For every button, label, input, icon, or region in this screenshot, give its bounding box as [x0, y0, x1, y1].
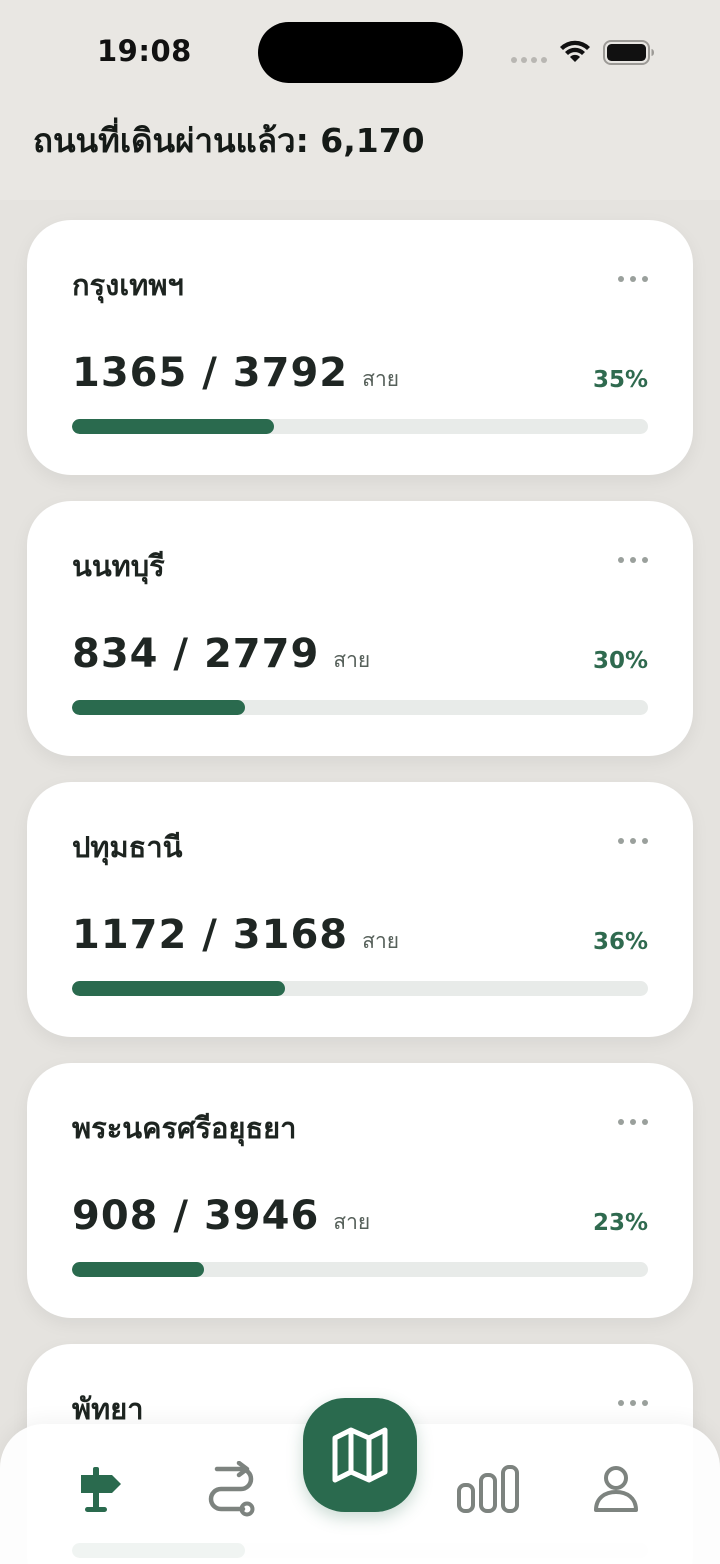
- progress-bar-fill: [72, 1262, 205, 1277]
- region-list[interactable]: กรุงเทพฯ 1365 / 3792 สาย 35% นนทบุรี 834…: [0, 200, 720, 1564]
- region-card[interactable]: พระนครศรีอยุธยา 908 / 3946 สาย 23%: [27, 1063, 693, 1318]
- bar-chart-icon: [457, 1465, 519, 1513]
- region-name: กรุงเทพฯ: [72, 268, 184, 302]
- progress-percent: 30%: [592, 648, 648, 674]
- person-icon: [594, 1466, 638, 1512]
- region-name: พระนครศรีอยุธยา: [72, 1111, 297, 1145]
- progress-bar: [72, 419, 648, 434]
- more-options-icon[interactable]: [618, 274, 648, 284]
- battery-icon: [603, 40, 654, 65]
- map-icon: [332, 1427, 388, 1483]
- progress-bar: [72, 981, 648, 996]
- street-count-unit: สาย: [362, 367, 400, 391]
- street-count-value: 1365 / 3792: [72, 350, 349, 396]
- cellular-signal-icon: [511, 57, 547, 63]
- progress-bar-fill: [72, 419, 274, 434]
- more-options-icon[interactable]: [618, 1398, 648, 1408]
- street-count: 834 / 2779 สาย: [72, 631, 370, 677]
- progress-bar: [72, 1262, 648, 1277]
- street-count-value: 1172 / 3168: [72, 912, 349, 958]
- map-button[interactable]: [303, 1398, 417, 1512]
- street-count-unit: สาย: [333, 1210, 371, 1234]
- more-options-icon[interactable]: [618, 1117, 648, 1127]
- progress-percent: 23%: [592, 1210, 648, 1236]
- dynamic-island: [258, 22, 463, 83]
- signpost-icon: [81, 1467, 121, 1512]
- tab-signpost[interactable]: [62, 1454, 142, 1524]
- status-bar: 19:08: [0, 0, 720, 100]
- progress-bar-fill: [72, 981, 286, 996]
- street-count: 908 / 3946 สาย: [72, 1193, 370, 1239]
- progress-bar: [72, 700, 648, 715]
- street-count-value: 908 / 3946: [72, 1193, 320, 1239]
- progress-bar-fill: [72, 700, 245, 715]
- region-name: ปทุมธานี: [72, 830, 183, 864]
- region-card[interactable]: กรุงเทพฯ 1365 / 3792 สาย 35%: [27, 220, 693, 475]
- street-count-unit: สาย: [333, 648, 371, 672]
- progress-percent: 36%: [592, 929, 648, 955]
- tab-profile[interactable]: [576, 1454, 656, 1524]
- street-count: 1172 / 3168 สาย: [72, 912, 399, 958]
- region-name: นนทบุรี: [72, 549, 165, 583]
- more-options-icon[interactable]: [618, 836, 648, 846]
- progress-percent: 35%: [592, 367, 648, 393]
- street-count: 1365 / 3792 สาย: [72, 350, 399, 396]
- wifi-icon: [560, 40, 590, 62]
- street-count-unit: สาย: [362, 929, 400, 953]
- route-icon: [208, 1461, 255, 1517]
- status-time: 19:08: [97, 34, 192, 68]
- street-count-value: 834 / 2779: [72, 631, 320, 677]
- page-title: ถนนที่เดินผ่านแล้ว: 6,170: [33, 121, 425, 160]
- region-card[interactable]: นนทบุรี 834 / 2779 สาย 30%: [27, 501, 693, 756]
- tab-stats[interactable]: [448, 1454, 528, 1524]
- more-options-icon[interactable]: [618, 555, 648, 565]
- region-card[interactable]: ปทุมธานี 1172 / 3168 สาย 36%: [27, 782, 693, 1037]
- tab-routes[interactable]: [191, 1454, 271, 1524]
